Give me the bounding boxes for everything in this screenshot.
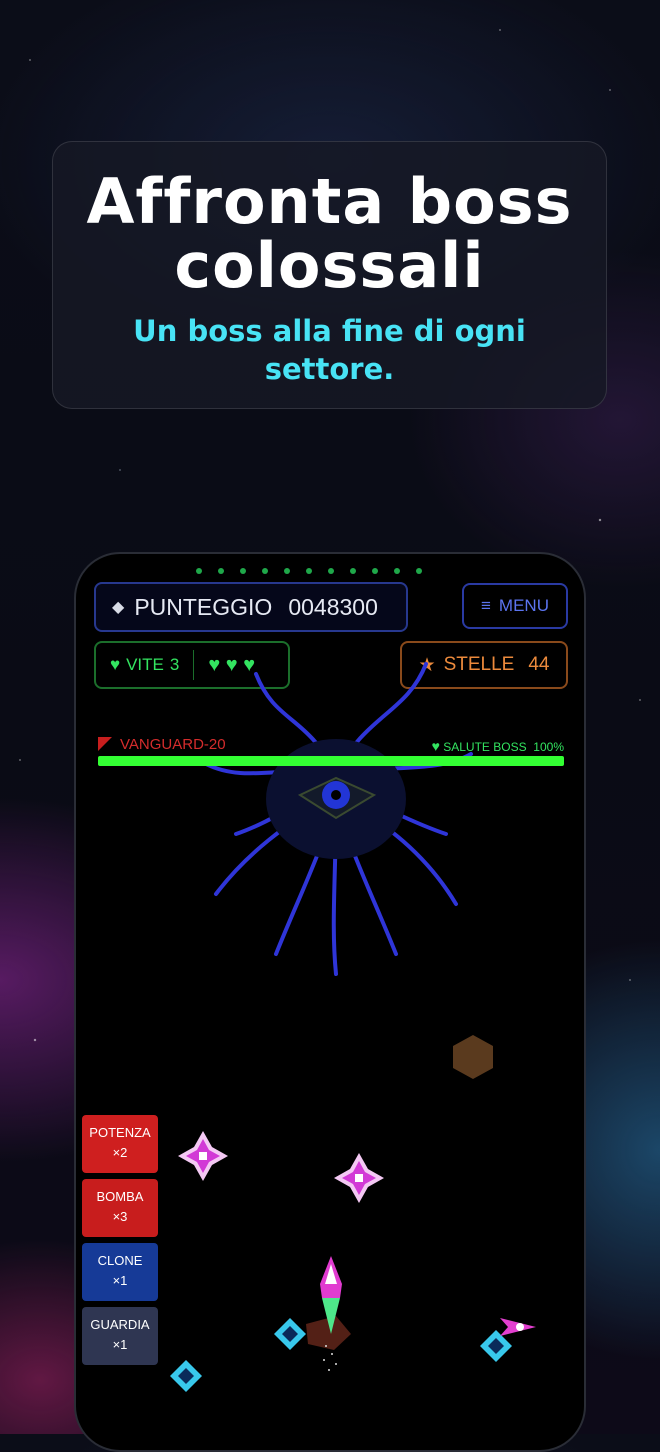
menu-label: MENU bbox=[498, 596, 549, 615]
boss-health-bar bbox=[98, 756, 564, 766]
boss-health-label: ♥ SALUTE BOSS 100% bbox=[431, 738, 564, 754]
stars-value: 44 bbox=[528, 654, 550, 675]
enemy-drone bbox=[334, 1153, 384, 1203]
phone-frame: ◆ PUNTEGGIO 0048300 ≡ MENU ♥ VITE 3 ♥ ♥ … bbox=[74, 552, 586, 1452]
powerup-bomba-button[interactable]: BOMBA ×3 bbox=[82, 1179, 158, 1237]
promo-banner: Affronta boss colossali Un boss alla fin… bbox=[52, 141, 607, 409]
banner-subtitle: Un boss alla fine di ogni settore. bbox=[133, 314, 526, 386]
lives-value: 3 bbox=[169, 655, 180, 674]
ally-ship bbox=[170, 1360, 202, 1392]
enemy-drone bbox=[178, 1131, 228, 1181]
banner-title: Affronta boss colossali bbox=[86, 165, 573, 302]
boss-creature bbox=[204, 662, 473, 976]
menu-icon: ≡ bbox=[481, 596, 491, 615]
score-value: 0048300 bbox=[288, 593, 378, 620]
heart-icon: ♥ bbox=[110, 655, 121, 674]
diamond-icon: ◆ bbox=[112, 599, 125, 616]
player-ship bbox=[306, 1256, 351, 1371]
powerup-clone-button[interactable]: CLONE ×1 bbox=[82, 1243, 158, 1301]
ally-ship bbox=[274, 1318, 306, 1350]
powerup-potenza-button[interactable]: POTENZA ×2 bbox=[82, 1115, 158, 1173]
enemy-fighter bbox=[500, 1318, 536, 1336]
menu-button[interactable]: ≡ MENU bbox=[462, 583, 568, 629]
lives-label: VITE bbox=[126, 655, 164, 674]
asteroid bbox=[453, 1035, 493, 1079]
score-panel: ◆ PUNTEGGIO 0048300 bbox=[94, 582, 408, 632]
heart-icon: ♥ bbox=[431, 738, 440, 754]
powerup-guardia-button[interactable]: GUARDIA ×1 bbox=[82, 1307, 158, 1365]
notch-dots bbox=[196, 568, 422, 574]
flag-icon bbox=[98, 737, 112, 751]
boss-name: VANGUARD-20 bbox=[98, 736, 226, 753]
score-label: PUNTEGGIO bbox=[134, 593, 273, 620]
